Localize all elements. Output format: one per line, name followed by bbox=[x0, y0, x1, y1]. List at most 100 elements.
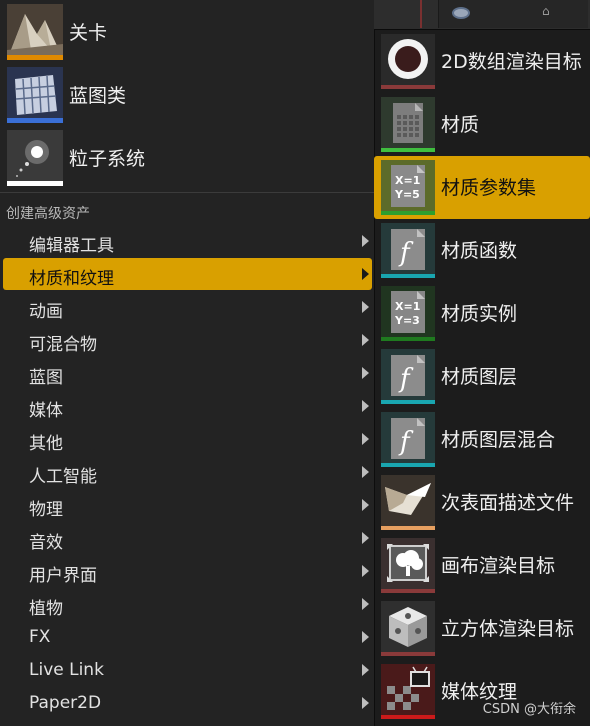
submenu-arrow-icon bbox=[362, 598, 369, 610]
submenu-arrow-icon bbox=[362, 499, 369, 511]
type-bar bbox=[381, 85, 435, 89]
icon-text: X=1 bbox=[395, 174, 420, 187]
type-bar bbox=[381, 400, 435, 404]
submenu-arrow-icon bbox=[362, 631, 369, 643]
submenu-arrow-icon bbox=[362, 532, 369, 544]
category-materials-textures[interactable]: 材质和纹理 bbox=[3, 258, 372, 290]
category-paper2d[interactable]: Paper2D bbox=[3, 687, 372, 719]
category-media[interactable]: 媒体 bbox=[3, 390, 372, 422]
category-sounds[interactable]: 音效 bbox=[3, 522, 372, 554]
material-grid-icon bbox=[381, 97, 435, 152]
submenu-arrow-icon bbox=[362, 697, 369, 709]
submenu-item-label: 材质图层 bbox=[441, 366, 518, 388]
category-editor-tools[interactable]: 编辑器工具 bbox=[3, 225, 372, 257]
submenu-item-canvas-render-target[interactable]: 画布渲染目标 bbox=[374, 534, 590, 597]
submenu-arrow-icon bbox=[362, 433, 369, 445]
submenu-item-subsurface-profile[interactable]: 次表面描述文件 bbox=[374, 471, 590, 534]
icon-text: X=1 bbox=[395, 300, 420, 313]
blueprint-class-icon bbox=[7, 67, 63, 123]
level-asset-item[interactable]: 关卡 bbox=[0, 0, 374, 63]
icon-text: Y=3 bbox=[394, 314, 420, 327]
parameter-collection-icon: X=1 Y=5 bbox=[381, 160, 435, 215]
submenu-item-material-instance[interactable]: X=1 Y=3 材质实例 bbox=[374, 282, 590, 345]
type-bar bbox=[381, 463, 435, 467]
category-physics[interactable]: 物理 bbox=[3, 489, 372, 521]
type-bar bbox=[381, 337, 435, 341]
submenu-arrow-icon bbox=[362, 235, 369, 247]
category-ai[interactable]: 人工智能 bbox=[3, 456, 372, 488]
function-icon: f bbox=[381, 349, 435, 404]
viewport-edge bbox=[420, 0, 422, 28]
submenu-item-material-parameter-collection[interactable]: X=1 Y=5 材质参数集 bbox=[374, 156, 590, 219]
submenu-item-2d-array-render-target[interactable]: 2D数组渲染目标 bbox=[374, 30, 590, 93]
particle-system-label: 粒子系统 bbox=[69, 148, 146, 170]
function-icon: f bbox=[381, 412, 435, 467]
blueprint-class-item[interactable]: 蓝图类 bbox=[0, 63, 374, 126]
type-bar bbox=[381, 211, 435, 215]
level-type-bar bbox=[7, 55, 63, 60]
category-label: 物理 bbox=[29, 500, 63, 520]
level-icon bbox=[7, 4, 63, 60]
submenu-arrow-icon bbox=[362, 400, 369, 412]
type-bar bbox=[381, 148, 435, 152]
submenu-item-label: 材质函数 bbox=[441, 240, 518, 262]
category-foliage[interactable]: 植物 bbox=[3, 588, 372, 620]
canvas-icon bbox=[381, 538, 435, 593]
type-bar bbox=[381, 526, 435, 530]
submenu-item-material-layer[interactable]: f 材质图层 bbox=[374, 345, 590, 408]
particle-icon bbox=[7, 130, 63, 186]
category-label: Paper2D bbox=[29, 693, 102, 713]
instance-icon: X=1 Y=3 bbox=[381, 286, 435, 341]
cube-icon bbox=[381, 601, 435, 656]
media-texture-icon bbox=[381, 664, 435, 719]
category-misc[interactable]: 其他 bbox=[3, 423, 372, 455]
category-label: 编辑器工具 bbox=[29, 236, 114, 256]
submenu-item-label: 材质参数集 bbox=[441, 177, 537, 199]
icon-text: Y=5 bbox=[394, 188, 420, 201]
submenu-item-label: 2D数组渲染目标 bbox=[441, 51, 582, 73]
watermark-text: CSDN @大衔余 bbox=[482, 702, 576, 717]
function-icon: f bbox=[381, 223, 435, 278]
category-label: 动画 bbox=[29, 302, 63, 322]
category-label: 音效 bbox=[29, 533, 63, 553]
category-label: 可混合物 bbox=[29, 335, 97, 355]
category-fx[interactable]: FX bbox=[3, 621, 372, 653]
category-label: 人工智能 bbox=[29, 467, 97, 487]
blueprint-type-bar bbox=[7, 118, 63, 123]
type-bar bbox=[381, 274, 435, 278]
blueprint-class-label: 蓝图类 bbox=[69, 85, 127, 107]
type-bar bbox=[381, 589, 435, 593]
submenu-arrow-icon bbox=[362, 301, 369, 313]
submenu-item-material-layer-blend[interactable]: f 材质图层混合 bbox=[374, 408, 590, 471]
category-label: 用户界面 bbox=[29, 566, 97, 586]
category-live-link[interactable]: Live Link bbox=[3, 654, 372, 686]
home-icon: ⌂ bbox=[542, 4, 550, 18]
type-bar bbox=[381, 652, 435, 656]
category-blueprints[interactable]: 蓝图 bbox=[3, 357, 372, 389]
category-label: 植物 bbox=[29, 599, 63, 619]
category-animation[interactable]: 动画 bbox=[3, 291, 372, 323]
submenu-item-label: 材质实例 bbox=[441, 303, 518, 325]
ring-icon bbox=[381, 34, 435, 89]
submenu-item-material-function[interactable]: f 材质函数 bbox=[374, 219, 590, 282]
submenu-arrow-icon bbox=[362, 664, 369, 676]
category-label: 材质和纹理 bbox=[29, 269, 114, 289]
submenu-item-label: 次表面描述文件 bbox=[441, 492, 575, 514]
category-label: Live Link bbox=[29, 660, 104, 680]
submenu-arrow-icon bbox=[362, 334, 369, 346]
submenu-item-material[interactable]: 材质 bbox=[374, 93, 590, 156]
category-blendables[interactable]: 可混合物 bbox=[3, 324, 372, 356]
menu-divider bbox=[0, 192, 374, 193]
particle-system-item[interactable]: 粒子系统 bbox=[0, 126, 374, 189]
eye-icon bbox=[452, 7, 470, 19]
submenu-item-label: 材质 bbox=[441, 114, 480, 136]
submenu-arrow-icon bbox=[362, 466, 369, 478]
submenu-item-cube-render-target[interactable]: 立方体渲染目标 bbox=[374, 597, 590, 660]
advanced-assets-header: 创建高级资产 bbox=[6, 206, 90, 222]
category-user-interface[interactable]: 用户界面 bbox=[3, 555, 372, 587]
level-label: 关卡 bbox=[69, 22, 108, 44]
submenu-arrow-icon bbox=[362, 268, 369, 280]
category-label: 媒体 bbox=[29, 401, 63, 421]
type-bar bbox=[381, 715, 435, 719]
submenu-item-label: 画布渲染目标 bbox=[441, 555, 556, 577]
